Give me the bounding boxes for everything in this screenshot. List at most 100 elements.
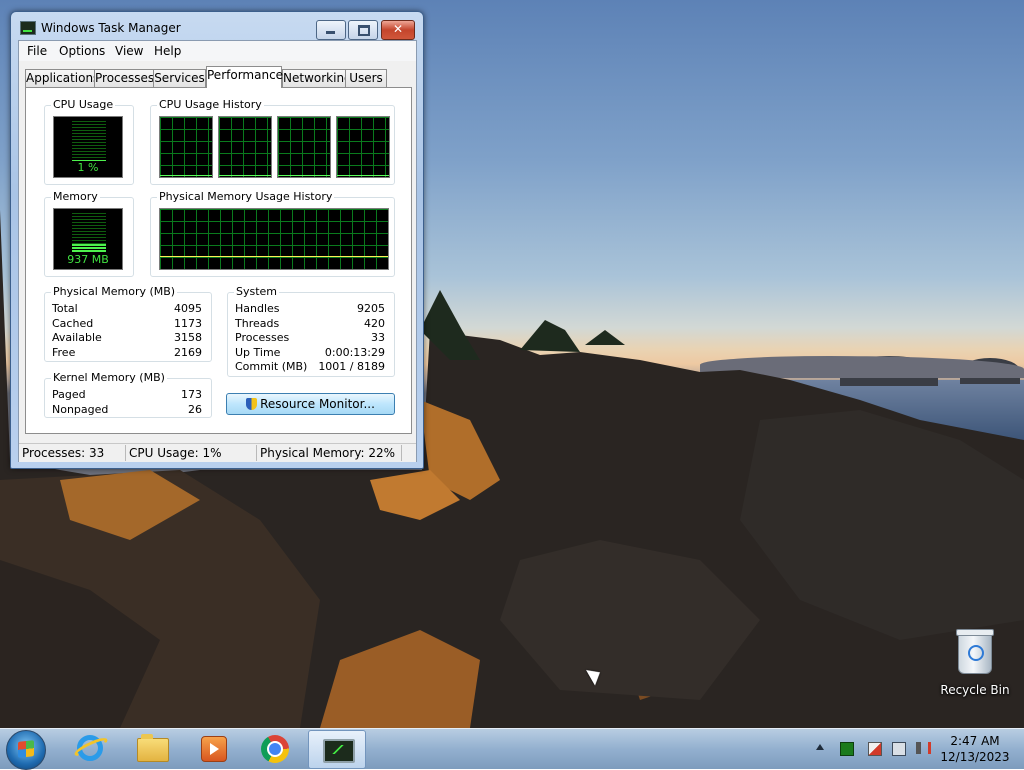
cpu-meter-track [72, 121, 106, 161]
stat-key: Free [52, 346, 76, 359]
kernel-memory-label: Kernel Memory (MB) [51, 371, 167, 384]
memory-value: 937 MB [67, 253, 109, 266]
cpu-history-line [278, 175, 330, 176]
stat-key: Up Time [235, 346, 281, 359]
cpu-usage-group: CPU Usage 1 % [44, 98, 134, 185]
internet-explorer-icon [77, 735, 103, 761]
cpu-history-line [160, 175, 212, 176]
taskbar-internet-explorer[interactable] [62, 730, 118, 767]
status-memory: Physical Memory: 22% [260, 446, 396, 460]
clock-date: 12/13/2023 [940, 750, 1010, 764]
memory-label: Memory [51, 190, 100, 203]
status-separator [125, 445, 126, 461]
stat-key: Available [52, 331, 102, 344]
taskbar: 2:47 AM 12/13/2023 [0, 728, 1024, 770]
task-manager-window: Windows Task Manager ✕ File Options View… [10, 11, 424, 469]
minimize-button[interactable] [316, 20, 346, 40]
start-button[interactable] [6, 730, 46, 770]
status-separator [256, 445, 257, 461]
system-label: System [234, 285, 280, 298]
stat-key: Paged [52, 388, 86, 401]
cpu-usage-label: CPU Usage [51, 98, 116, 111]
physical-memory-label: Physical Memory (MB) [51, 285, 178, 298]
maximize-icon [358, 25, 370, 36]
memory-history-label: Physical Memory Usage History [157, 190, 335, 203]
tab-performance[interactable]: Performance [206, 66, 283, 88]
cpu-history-line [219, 175, 271, 176]
status-separator [401, 445, 402, 461]
close-icon: ✕ [392, 22, 404, 36]
menu-help[interactable]: Help [154, 44, 181, 58]
status-processes: Processes: 33 [22, 446, 105, 460]
stat-value: 173 [181, 388, 202, 401]
system-group: System Handles 9205 Threads 420 Processes 3… [227, 285, 395, 377]
tab-services[interactable]: Services [153, 69, 206, 87]
stat-value: 9205 [357, 302, 385, 315]
resource-monitor-button[interactable]: Resource Monitor... [226, 393, 395, 415]
menu-file[interactable]: File [27, 44, 47, 58]
taskbar-windows-media-player[interactable] [185, 730, 241, 767]
taskbar-task-manager[interactable] [308, 730, 366, 769]
clock-time: 2:47 AM [950, 734, 1000, 748]
task-manager-tray-icon[interactable] [840, 742, 854, 756]
cpu-usage-meter: 1 % [53, 116, 123, 178]
performance-panel: CPU Usage 1 % CPU Usage History Memory 9… [25, 87, 412, 434]
maximize-button[interactable] [348, 20, 378, 40]
stat-key: Processes [235, 331, 290, 344]
tab-processes[interactable]: Processes [94, 69, 154, 87]
status-cpu: CPU Usage: 1% [129, 446, 222, 460]
stat-value: 420 [364, 317, 385, 330]
recycle-bin[interactable]: Recycle Bin [940, 628, 1010, 700]
taskbar-windows-explorer[interactable] [124, 730, 180, 767]
memory-history-graph [159, 208, 389, 270]
stat-value: 2169 [174, 346, 202, 359]
menu-options[interactable]: Options [59, 44, 105, 58]
uac-shield-icon [246, 398, 258, 410]
action-center-icon[interactable] [868, 742, 882, 756]
stat-value: 1173 [174, 317, 202, 330]
menu-bar: File Options View Help [19, 41, 416, 61]
stat-value: 0:00:13:29 [324, 346, 385, 359]
memory-history-group: Physical Memory Usage History [150, 190, 395, 277]
tab-networking[interactable]: Networking [282, 69, 352, 87]
folder-icon [137, 734, 169, 762]
network-icon[interactable] [892, 742, 906, 756]
window-client-area: File Options View Help Applications Proc… [18, 40, 417, 462]
tab-users[interactable]: Users [345, 69, 387, 87]
minimize-icon [326, 31, 335, 34]
media-player-icon [201, 736, 227, 762]
window-title: Windows Task Manager [41, 21, 181, 35]
resource-monitor-label: Resource Monitor... [260, 397, 375, 411]
close-button[interactable]: ✕ [381, 20, 415, 40]
task-manager-icon [323, 739, 355, 763]
stat-key: Handles [235, 302, 280, 315]
memory-history-line [160, 256, 388, 257]
taskbar-google-chrome[interactable] [247, 730, 303, 767]
menu-view[interactable]: View [115, 44, 143, 58]
stat-key: Nonpaged [52, 403, 109, 416]
chrome-icon [261, 735, 289, 763]
volume-muted-icon[interactable] [916, 742, 931, 754]
cpu-usage-value: 1 % [77, 161, 99, 174]
kernel-memory-group: Kernel Memory (MB) Paged 173 Nonpaged 26 [44, 371, 212, 418]
stat-key: Total [52, 302, 78, 315]
windows-logo-icon [18, 740, 34, 758]
taskbar-clock[interactable]: 2:47 AM 12/13/2023 [940, 733, 1010, 765]
cpu-history-graph-core-2 [218, 116, 272, 178]
cpu-history-group: CPU Usage History [150, 98, 395, 185]
recycle-bin-icon [956, 629, 994, 674]
stat-key: Threads [235, 317, 280, 330]
stat-value: 4095 [174, 302, 202, 315]
cpu-history-graph-core-1 [159, 116, 213, 178]
cpu-history-graph-core-3 [277, 116, 331, 178]
cpu-history-graph-core-4 [336, 116, 390, 178]
system-tray: 2:47 AM 12/13/2023 [812, 729, 1024, 769]
stat-value: 26 [188, 403, 202, 416]
show-hidden-icons-icon[interactable] [816, 744, 824, 750]
title-bar[interactable]: Windows Task Manager ✕ [11, 12, 423, 40]
tab-applications[interactable]: Applications [25, 69, 99, 87]
cpu-history-label: CPU Usage History [157, 98, 264, 111]
task-manager-icon [20, 21, 36, 35]
stat-value: 1001 / 8189 [318, 360, 385, 373]
memory-meter: 937 MB [53, 208, 123, 270]
